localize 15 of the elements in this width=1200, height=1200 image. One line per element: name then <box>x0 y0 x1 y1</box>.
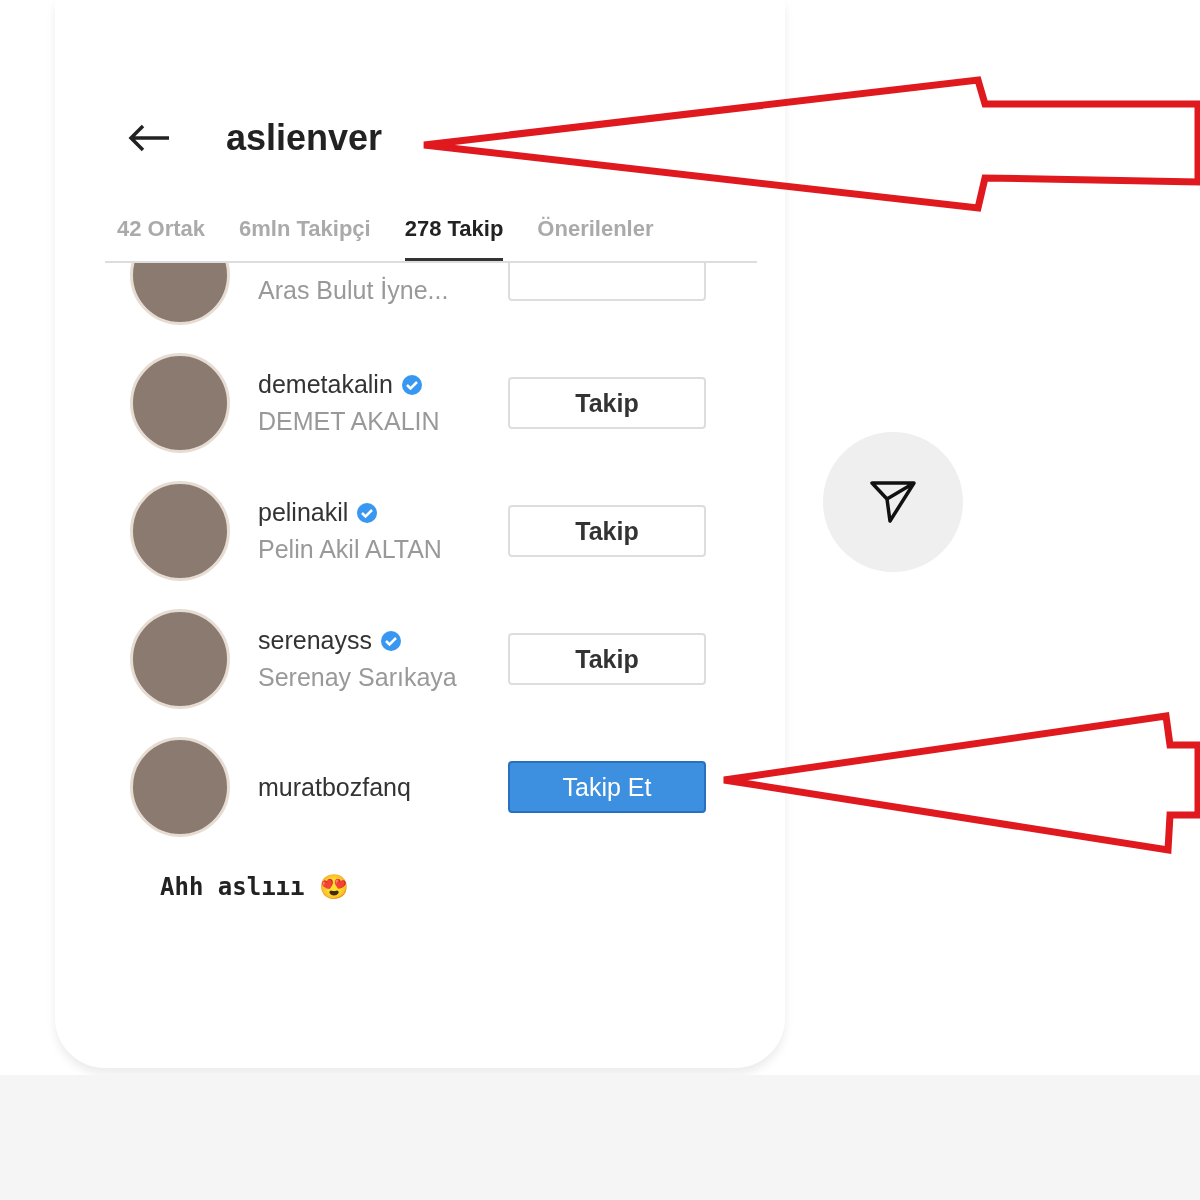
follow-button[interactable]: Takip <box>508 505 706 557</box>
back-arrow-icon[interactable] <box>127 123 171 153</box>
username[interactable]: demetakalin <box>258 370 393 399</box>
username[interactable]: serenayss <box>258 626 372 655</box>
full-name: Aras Bulut İyne... <box>258 275 450 305</box>
full-name: Serenay Sarıkaya <box>258 663 458 692</box>
full-name: Pelin Akil ALTAN <box>258 535 443 564</box>
caption: Ahh aslııı 😍 <box>159 873 350 901</box>
username[interactable]: pelinakil <box>258 498 349 527</box>
profile-username: aslienver <box>226 117 383 159</box>
username[interactable]: muratbozfanq <box>258 772 411 802</box>
tab[interactable]: 278 Takip <box>404 208 504 261</box>
follow-button[interactable]: Takip <box>508 633 706 685</box>
full-name: DEMET AKALIN <box>258 407 441 436</box>
follow-button[interactable]: Takip <box>508 377 706 429</box>
